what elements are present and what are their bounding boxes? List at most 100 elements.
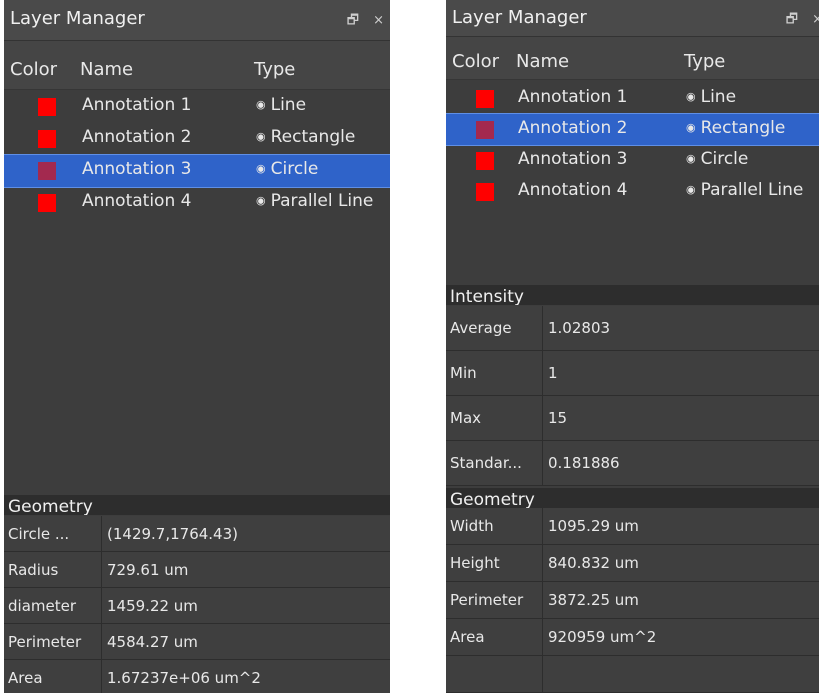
panel-title: Layer Manager	[10, 8, 145, 29]
property-row: Perimeter 4584.27 um	[4, 624, 390, 660]
layer-type-label: Parallel Line	[270, 191, 374, 211]
property-key: Max	[446, 396, 543, 440]
column-name[interactable]: Name	[516, 51, 569, 72]
float-window-icon[interactable]: 🗗	[786, 12, 798, 27]
layer-type: ◉ Circle	[686, 149, 748, 169]
layer-color-swatch[interactable]	[38, 98, 56, 116]
layer-color-swatch[interactable]	[476, 90, 494, 108]
property-value: 1.02803	[548, 319, 611, 337]
layer-row[interactable]: Annotation 1 ◉ Line	[446, 83, 819, 114]
layer-color-swatch[interactable]	[38, 130, 56, 148]
property-key: Perimeter	[4, 624, 102, 659]
intensity-section-header[interactable]: Intensity	[446, 285, 819, 305]
panel-titlebar[interactable]: Layer Manager 🗗 ×	[446, 0, 819, 37]
close-icon[interactable]: ×	[812, 12, 819, 27]
layer-type: ◉ Circle	[256, 159, 318, 179]
property-value: 3872.25 um	[548, 591, 639, 609]
layer-row[interactable]: Annotation 2 ◉ Rectangle	[4, 123, 390, 155]
property-value: 1459.22 um	[107, 596, 198, 615]
layer-type-label: Circle	[270, 159, 319, 179]
layer-color-swatch[interactable]	[476, 183, 494, 201]
property-row: diameter 1459.22 um	[4, 588, 390, 624]
column-type[interactable]: Type	[684, 51, 725, 72]
panel-titlebar[interactable]: Layer Manager 🗗 ×	[4, 0, 390, 41]
property-key: diameter	[4, 588, 102, 623]
panel-title: Layer Manager	[452, 7, 587, 28]
property-key: Width	[446, 508, 543, 544]
property-row: Area 920959 um^2	[446, 619, 819, 656]
layer-type: ◉ Rectangle	[256, 127, 355, 147]
column-color[interactable]: Color	[452, 51, 499, 72]
layer-table-header: Color Name Type	[4, 41, 390, 90]
layer-type-label: Parallel Line	[700, 180, 804, 200]
property-value: 1095.29 um	[548, 517, 639, 535]
column-name[interactable]: Name	[80, 59, 133, 80]
layer-type: ◉ Rectangle	[686, 118, 785, 138]
layer-name: Annotation 1	[82, 95, 192, 115]
property-value: 840.832 um	[548, 554, 639, 572]
property-row: Area 1.67237e+06 um^2	[4, 660, 390, 693]
layer-type: ◉ Line	[256, 95, 306, 115]
property-value: 729.61 um	[107, 560, 189, 579]
layer-color-swatch[interactable]	[38, 162, 56, 180]
property-row: Average 1.02803	[446, 306, 819, 351]
layer-color-swatch[interactable]	[38, 194, 56, 212]
layer-name: Annotation 4	[82, 191, 192, 211]
layer-row[interactable]: Annotation 1 ◉ Line	[4, 91, 390, 123]
property-row: Radius 729.61 um	[4, 552, 390, 588]
property-value: 1.67237e+06 um^2	[107, 668, 261, 687]
property-value: 920959 um^2	[548, 628, 657, 646]
layer-row[interactable]: Annotation 4 ◉ Parallel Line	[446, 176, 819, 207]
property-value: (1429.7,1764.43)	[107, 524, 238, 543]
visibility-eye-icon[interactable]: ◉	[256, 162, 266, 175]
property-value: 15	[548, 409, 568, 427]
property-row: Circle ... (1429.7,1764.43)	[4, 516, 390, 552]
property-row: Min 1	[446, 351, 819, 396]
layer-color-swatch[interactable]	[476, 121, 494, 139]
layer-manager-panel-right: Layer Manager 🗗 × Color Name Type Annota…	[446, 0, 819, 693]
property-value: 1	[548, 364, 558, 382]
layer-type-label: Line	[700, 87, 737, 107]
layer-table-header: Color Name Type	[446, 37, 819, 80]
visibility-eye-icon[interactable]: ◉	[256, 130, 266, 143]
property-key: Standar...	[446, 441, 543, 485]
layer-name: Annotation 2	[82, 127, 192, 147]
layer-row[interactable]: Annotation 3 ◉ Circle	[4, 154, 390, 188]
visibility-eye-icon[interactable]: ◉	[256, 98, 266, 111]
visibility-eye-icon[interactable]: ◉	[686, 121, 696, 134]
float-window-icon[interactable]: 🗗	[347, 13, 359, 28]
visibility-eye-icon[interactable]: ◉	[686, 152, 696, 165]
visibility-eye-icon[interactable]: ◉	[686, 183, 696, 196]
layer-color-swatch[interactable]	[476, 152, 494, 170]
property-key: Min	[446, 351, 543, 395]
layer-type: ◉ Parallel Line	[256, 191, 373, 211]
layer-name: Annotation 4	[518, 180, 628, 200]
close-icon[interactable]: ×	[373, 13, 384, 28]
geometry-section-header[interactable]: Geometry	[446, 488, 819, 508]
geometry-section-header[interactable]: Geometry	[4, 495, 390, 515]
property-key: Area	[4, 660, 102, 693]
visibility-eye-icon[interactable]: ◉	[686, 90, 696, 103]
layer-row[interactable]: Annotation 4 ◉ Parallel Line	[4, 187, 390, 219]
geometry-table: Width 1095.29 um Height 840.832 um Perimeter…	[446, 508, 819, 693]
layer-type: ◉ Parallel Line	[686, 180, 803, 200]
layer-name: Annotation 1	[518, 87, 628, 107]
visibility-eye-icon[interactable]: ◉	[256, 194, 266, 207]
column-type[interactable]: Type	[254, 59, 295, 80]
layer-type-label: Circle	[700, 149, 749, 169]
column-color[interactable]: Color	[10, 59, 57, 80]
property-value	[542, 656, 548, 692]
layer-row[interactable]: Annotation 3 ◉ Circle	[446, 145, 819, 176]
property-key	[446, 656, 543, 692]
property-key: Height	[446, 545, 543, 581]
layer-row[interactable]: Annotation 2 ◉ Rectangle	[446, 113, 819, 146]
layer-name: Annotation 3	[518, 149, 628, 169]
property-value: 4584.27 um	[107, 632, 198, 651]
layer-type-label: Rectangle	[700, 118, 786, 138]
property-key: Average	[446, 306, 543, 350]
property-key: Radius	[4, 552, 102, 587]
geometry-table: Circle ... (1429.7,1764.43) Radius 729.61 u…	[4, 516, 390, 693]
layer-type-label: Line	[270, 95, 307, 115]
property-row: Perimeter 3872.25 um	[446, 582, 819, 619]
property-row: Width 1095.29 um	[446, 508, 819, 545]
